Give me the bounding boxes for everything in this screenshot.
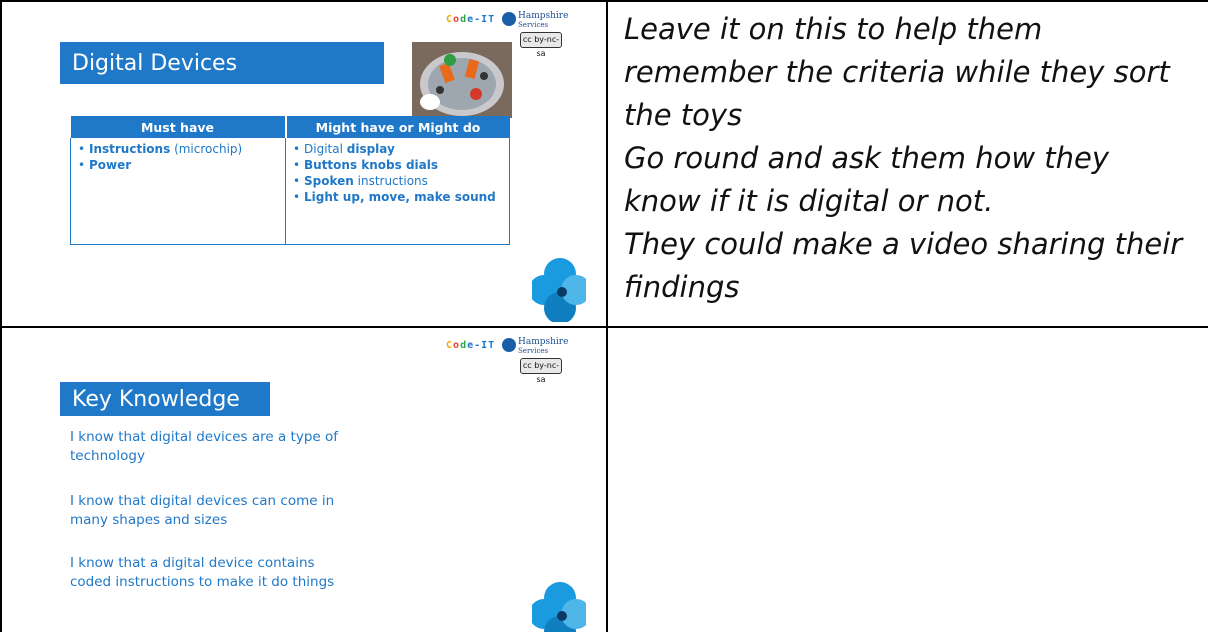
table-border-top xyxy=(0,0,1208,2)
slide-title: Key Knowledge xyxy=(60,382,270,416)
list-item: Buttons knobs dials xyxy=(293,157,505,173)
notes-line: remember the criteria while they sort xyxy=(624,55,1170,89)
speaker-notes-2 xyxy=(624,334,1204,630)
robot-toy-photo xyxy=(412,42,512,118)
notes-line: Leave it on this to help them xyxy=(624,12,1043,46)
speaker-notes-1: Leave it on this to help them remember t… xyxy=(624,8,1204,324)
notes-line: Go round and ask them how they xyxy=(624,141,1110,175)
table-border-left xyxy=(0,0,2,632)
slide-digital-devices: Code-IT Hampshire Services cc by-nc-sa D… xyxy=(20,6,586,322)
notes-line: the toys xyxy=(624,98,743,132)
might-have-cell: Digital display Buttons knobs dials Spok… xyxy=(285,138,510,245)
header-might-have: Might have or Might do xyxy=(285,116,510,138)
code-it-logo: Code-IT xyxy=(446,340,496,351)
knowledge-point-3: I know that a digital device contains co… xyxy=(70,555,335,590)
flower-logo-icon xyxy=(532,582,586,632)
flower-logo-icon xyxy=(532,258,586,322)
list-item: Digital display xyxy=(293,141,505,157)
list-item: Light up, move, make sound xyxy=(293,189,505,205)
code-it-logo: Code-IT xyxy=(446,14,496,25)
header-must-have: Must have xyxy=(70,116,287,138)
slide-key-knowledge: Code-IT Hampshire Services cc by-nc-sa K… xyxy=(20,332,586,632)
list-item: Power xyxy=(78,157,281,173)
notes-line: findings xyxy=(624,270,740,304)
notes-table: Code-IT Hampshire Services cc by-nc-sa D… xyxy=(0,0,1208,632)
slide-title: Digital Devices xyxy=(60,42,384,84)
hampshire-logo-icon xyxy=(502,338,516,352)
list-item: Spoken instructions xyxy=(293,173,505,189)
table-border-middle xyxy=(606,0,608,632)
list-item: Instructions (microchip) xyxy=(78,141,281,157)
cc-license-badge: cc by-nc-sa xyxy=(520,358,562,384)
hampshire-logo-text: Hampshire Services xyxy=(518,11,569,30)
table-border-row xyxy=(0,326,1208,328)
must-have-cell: Instructions (microchip) Power xyxy=(70,138,286,245)
knowledge-point-1: I know that digital devices are a type o… xyxy=(70,429,339,464)
notes-line: know if it is digital or not. xyxy=(624,184,994,218)
cc-license-badge: cc by-nc-sa xyxy=(520,32,562,58)
criteria-table: Must have Might have or Might do Instruc… xyxy=(70,116,510,245)
notes-line: They could make a video sharing their xyxy=(624,227,1183,261)
hampshire-logo-icon xyxy=(502,12,516,26)
hampshire-logo-text: Hampshire Services xyxy=(518,337,569,356)
knowledge-point-2: I know that digital devices can come in … xyxy=(70,493,335,528)
